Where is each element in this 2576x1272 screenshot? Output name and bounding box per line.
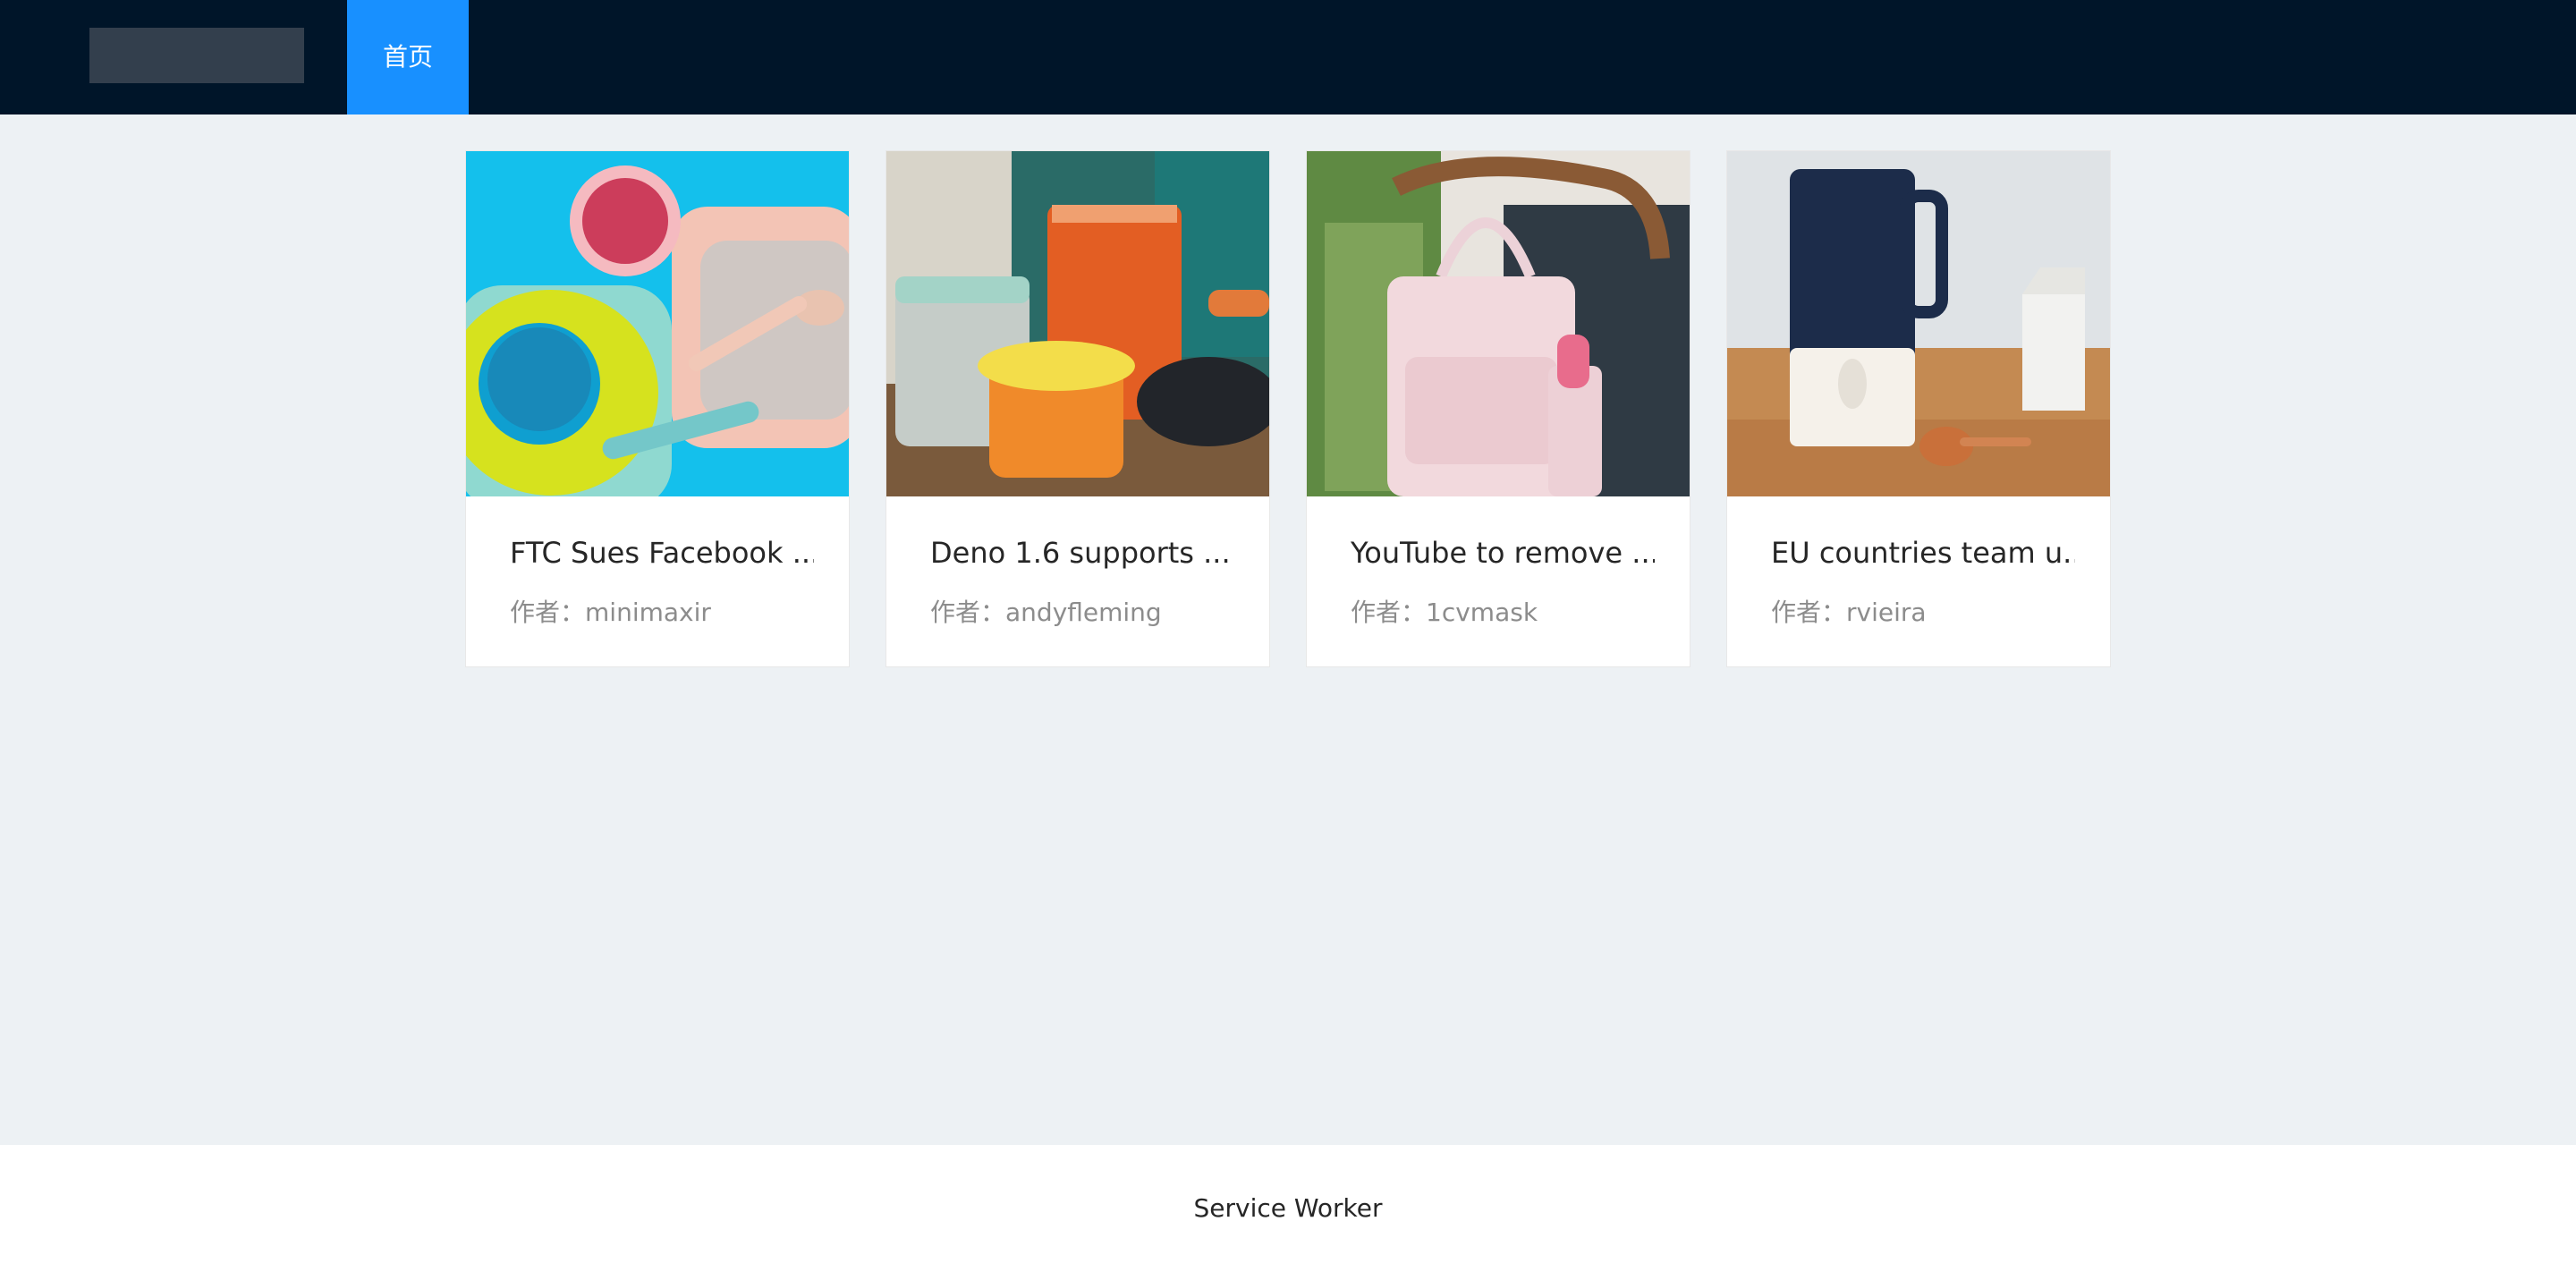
card-author: 作者：andyfleming	[930, 598, 1162, 627]
card-title[interactable]: Deno 1.6 supports ...	[930, 536, 1234, 570]
article-card[interactable]: EU countries team u... 作者：rvieira	[1726, 150, 2111, 667]
card-title[interactable]: EU countries team u...	[1771, 536, 2075, 570]
top-header: 首页	[0, 0, 2576, 114]
main-content: FTC Sues Facebook ... 作者：minimaxir Deno …	[0, 114, 2576, 1145]
card-author: 作者：rvieira	[1771, 598, 1927, 627]
tableware-photo	[466, 151, 849, 496]
card-title[interactable]: YouTube to remove ...	[1351, 536, 1655, 570]
footer-label: Service Worker	[1193, 1193, 1383, 1223]
diaper-bag-photo	[1307, 151, 1690, 496]
card-title[interactable]: FTC Sues Facebook ...	[510, 536, 814, 570]
food-jars-photo	[886, 151, 1269, 496]
footer: Service Worker	[0, 1145, 2576, 1272]
card-author: 作者：1cvmask	[1351, 598, 1538, 627]
card-author: 作者：minimaxir	[510, 598, 711, 627]
nav-item-home[interactable]: 首页	[347, 0, 469, 114]
article-card[interactable]: YouTube to remove ... 作者：1cvmask	[1306, 150, 1690, 667]
milk-maker-photo	[1727, 151, 2110, 496]
logo-placeholder	[89, 28, 304, 83]
article-card[interactable]: FTC Sues Facebook ... 作者：minimaxir	[465, 150, 850, 667]
article-card[interactable]: Deno 1.6 supports ... 作者：andyfleming	[886, 150, 1270, 667]
